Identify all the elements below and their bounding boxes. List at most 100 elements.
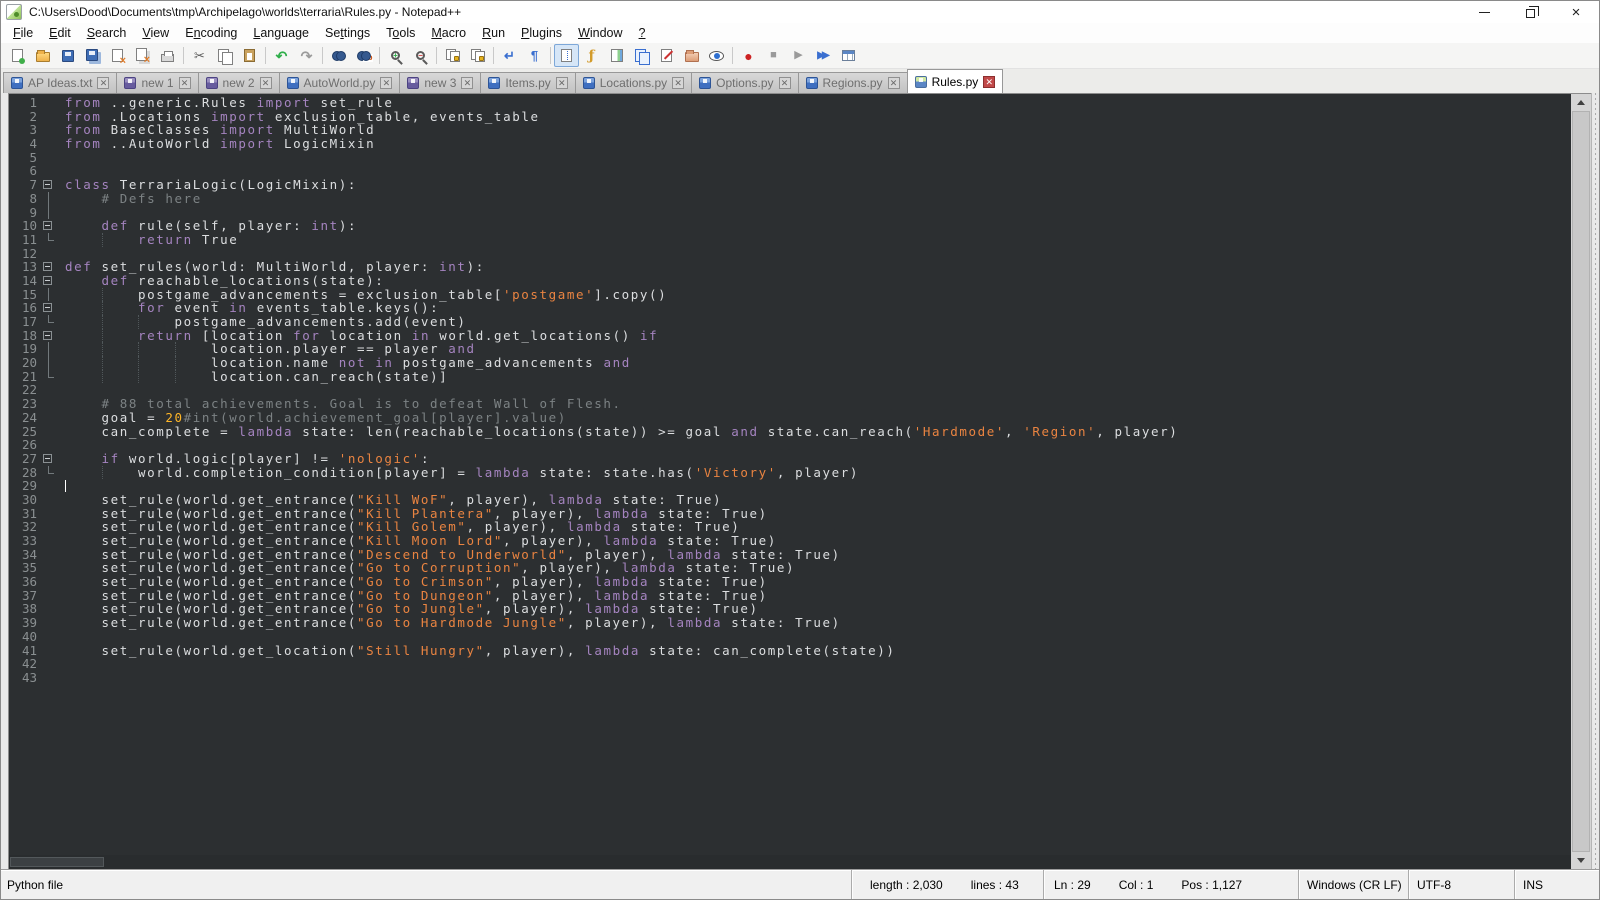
- code-area[interactable]: 1from ..generic.Rules import set_rule2fr…: [9, 94, 1571, 685]
- code-line[interactable]: 4from ..AutoWorld import LogicMixin: [9, 137, 1571, 151]
- code-line[interactable]: 22: [9, 383, 1571, 397]
- new-file-button[interactable]: [5, 44, 30, 67]
- menu-item-view[interactable]: View: [134, 24, 177, 42]
- horizontal-scrollbar-thumb[interactable]: [10, 857, 104, 867]
- code-line[interactable]: 13def set_rules(world: MultiWorld, playe…: [9, 260, 1571, 274]
- sync-vertical-button[interactable]: [440, 44, 465, 67]
- fold-marker[interactable]: [41, 452, 57, 466]
- menu-item-window[interactable]: Window: [570, 24, 630, 42]
- vertical-scrollbar[interactable]: [1571, 93, 1591, 869]
- redo-button[interactable]: ↷: [294, 44, 319, 67]
- fold-marker[interactable]: [41, 260, 57, 274]
- status-insert-mode[interactable]: INS: [1514, 870, 1599, 899]
- macro-play-button[interactable]: ▶: [786, 44, 811, 67]
- close-button[interactable]: [105, 44, 130, 67]
- tab-close-icon[interactable]: ✕: [380, 77, 392, 89]
- scroll-down-button[interactable]: [1571, 852, 1591, 869]
- fold-marker[interactable]: [41, 329, 57, 343]
- menu-item-tools[interactable]: Tools: [378, 24, 423, 42]
- copy-button[interactable]: [212, 44, 237, 67]
- save-button[interactable]: [55, 44, 80, 67]
- code-line[interactable]: 7class TerrariaLogic(LogicMixin):: [9, 178, 1571, 192]
- tab-close-icon[interactable]: ✕: [97, 77, 109, 89]
- minimize-button[interactable]: [1461, 1, 1507, 23]
- code-line[interactable]: 26: [9, 438, 1571, 452]
- fold-marker[interactable]: [41, 219, 57, 233]
- code-line[interactable]: 8 # Defs here: [9, 192, 1571, 206]
- code-line[interactable]: 38 set_rule(world.get_entrance("Go to Ju…: [9, 602, 1571, 616]
- code-line[interactable]: 25 can_complete = lambda state: len(reac…: [9, 425, 1571, 439]
- tab-new-2[interactable]: new 2✕: [198, 72, 280, 93]
- code-line[interactable]: 12: [9, 247, 1571, 261]
- code-line[interactable]: 24 goal = 20#int(world.achievement_goal[…: [9, 411, 1571, 425]
- fold-marker[interactable]: [41, 301, 57, 315]
- word-wrap-button[interactable]: ↵: [497, 44, 522, 67]
- print-button[interactable]: [155, 44, 180, 67]
- code-line[interactable]: 23 # 88 total achievements. Goal is to d…: [9, 397, 1571, 411]
- menu-item-run[interactable]: Run: [474, 24, 513, 42]
- code-line[interactable]: 16 for event in events_table.keys():: [9, 301, 1571, 315]
- code-line[interactable]: 20 location.name not in postgame_advance…: [9, 356, 1571, 370]
- tab-rules-py[interactable]: Rules.py✕: [907, 69, 1004, 93]
- restore-button[interactable]: [1507, 1, 1553, 23]
- indent-guide-button[interactable]: [554, 44, 579, 67]
- menu-item-edit[interactable]: Edit: [41, 24, 79, 42]
- folder-panel-button[interactable]: [679, 44, 704, 67]
- function-list-button[interactable]: ƒ: [579, 44, 604, 67]
- code-line[interactable]: 27 if world.logic[player] != 'nologic':: [9, 452, 1571, 466]
- menu-item-help[interactable]: ?: [631, 24, 654, 42]
- editor[interactable]: 1from ..generic.Rules import set_rule2fr…: [9, 94, 1571, 855]
- status-encoding[interactable]: UTF-8: [1408, 870, 1514, 899]
- tab-close-icon[interactable]: ✕: [888, 77, 900, 89]
- code-line[interactable]: 39 set_rule(world.get_entrance("Go to Ha…: [9, 616, 1571, 630]
- tab-new-1[interactable]: new 1✕: [116, 72, 198, 93]
- close-all-button[interactable]: [130, 44, 155, 67]
- tab-close-icon[interactable]: ✕: [779, 77, 791, 89]
- status-eol[interactable]: Windows (CR LF): [1298, 870, 1408, 899]
- code-line[interactable]: 5: [9, 151, 1571, 165]
- code-line[interactable]: 37 set_rule(world.get_entrance("Go to Du…: [9, 589, 1571, 603]
- scroll-up-button[interactable]: [1571, 94, 1591, 111]
- tab-regions-py[interactable]: Regions.py✕: [798, 72, 908, 93]
- vertical-scrollbar-thumb[interactable]: [1572, 111, 1590, 852]
- code-line[interactable]: 6: [9, 164, 1571, 178]
- code-line[interactable]: 41 set_rule(world.get_location("Still Hu…: [9, 644, 1571, 658]
- code-line[interactable]: 43: [9, 671, 1571, 685]
- paste-button[interactable]: [237, 44, 262, 67]
- macro-stop-button[interactable]: ■: [761, 44, 786, 67]
- code-line[interactable]: 31 set_rule(world.get_entrance("Kill Pla…: [9, 507, 1571, 521]
- code-line[interactable]: 3from BaseClasses import MultiWorld: [9, 123, 1571, 137]
- macro-run-multiple-button[interactable]: ▶▶: [811, 44, 836, 67]
- replace-button[interactable]: ab: [351, 44, 376, 67]
- code-line[interactable]: 36 set_rule(world.get_entrance("Go to Cr…: [9, 575, 1571, 589]
- menu-item-language[interactable]: Language: [245, 24, 317, 42]
- code-line[interactable]: 33 set_rule(world.get_entrance("Kill Moo…: [9, 534, 1571, 548]
- tab-options-py[interactable]: Options.py✕: [691, 72, 798, 93]
- code-line[interactable]: 35 set_rule(world.get_entrance("Go to Co…: [9, 561, 1571, 575]
- macro-save-button[interactable]: [836, 44, 861, 67]
- code-line[interactable]: 2from .Locations import exclusion_table,…: [9, 110, 1571, 124]
- tab-new-3[interactable]: new 3✕: [399, 72, 481, 93]
- undo-button[interactable]: ↶: [269, 44, 294, 67]
- fold-marker[interactable]: [41, 178, 57, 192]
- document-list-button[interactable]: [629, 44, 654, 67]
- code-line[interactable]: 9: [9, 206, 1571, 220]
- code-line[interactable]: 34 set_rule(world.get_entrance("Descend …: [9, 548, 1571, 562]
- tab-ap-ideas-txt[interactable]: AP Ideas.txt✕: [3, 72, 117, 93]
- tab-close-icon[interactable]: ✕: [556, 77, 568, 89]
- code-line[interactable]: 19 location.player == player and: [9, 342, 1571, 356]
- code-line[interactable]: 14 def reachable_locations(state):: [9, 274, 1571, 288]
- document-map-button[interactable]: [604, 44, 629, 67]
- monitoring-button[interactable]: [704, 44, 729, 67]
- macro-record-button[interactable]: ●: [736, 44, 761, 67]
- code-line[interactable]: 29: [9, 479, 1571, 493]
- open-file-button[interactable]: [30, 44, 55, 67]
- code-line[interactable]: 21 location.can_reach(state)]: [9, 370, 1571, 384]
- code-line[interactable]: 15 postgame_advancements = exclusion_tab…: [9, 288, 1571, 302]
- menu-item-plugins[interactable]: Plugins: [513, 24, 570, 42]
- code-line[interactable]: 42: [9, 657, 1571, 671]
- horizontal-scrollbar[interactable]: [9, 855, 1571, 869]
- code-line[interactable]: 40: [9, 630, 1571, 644]
- cut-button[interactable]: ✂: [187, 44, 212, 67]
- tab-close-icon[interactable]: ✕: [461, 77, 473, 89]
